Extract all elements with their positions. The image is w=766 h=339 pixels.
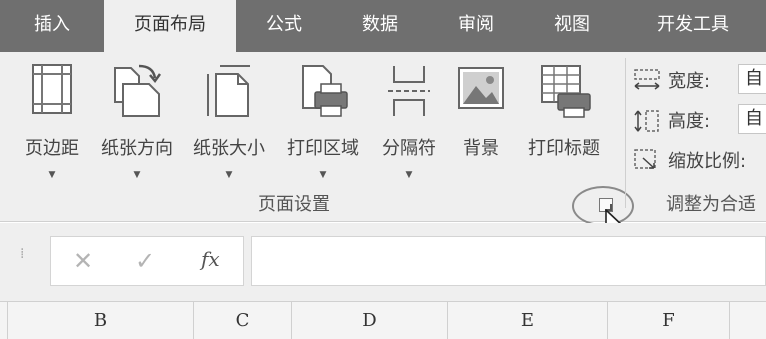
breaks-icon xyxy=(384,62,434,124)
paper-size-label: 纸张大小 xyxy=(193,138,265,159)
width-label: 宽度: xyxy=(668,71,711,92)
group-separator xyxy=(625,58,626,208)
width-icon xyxy=(632,68,662,96)
formula-bar: ⁞ ✕ ✓ fx xyxy=(0,223,766,301)
margins-icon xyxy=(30,62,74,120)
page-setup-group-label: 页面设置 xyxy=(258,194,330,215)
paper-size-dropdown-arrow[interactable]: ▼ xyxy=(226,170,233,180)
scale-to-fit-group-label: 调整为合适 xyxy=(666,194,756,215)
breaks-label: 分隔符 xyxy=(382,138,436,159)
tab-developer[interactable]: 开发工具 xyxy=(620,0,766,52)
tab-view[interactable]: 视图 xyxy=(524,0,620,52)
column-header-e[interactable]: E xyxy=(448,302,608,339)
print-area-icon xyxy=(295,62,351,124)
column-header-f[interactable]: F xyxy=(608,302,730,339)
height-select[interactable]: 自 xyxy=(738,104,766,134)
paper-size-icon xyxy=(204,62,254,124)
column-header-c[interactable]: C xyxy=(194,302,292,339)
column-header-row-corner[interactable] xyxy=(0,302,8,339)
cancel-icon[interactable]: ✕ xyxy=(73,247,93,275)
orientation-icon xyxy=(109,62,165,124)
height-label: 高度: xyxy=(668,111,711,132)
column-headers: B C D E F xyxy=(0,301,766,339)
column-header-d[interactable]: D xyxy=(292,302,448,339)
tab-formulas[interactable]: 公式 xyxy=(236,0,332,52)
column-header-g[interactable] xyxy=(730,302,766,339)
insert-function-button[interactable]: fx xyxy=(201,247,220,271)
tab-insert[interactable]: 插入 xyxy=(0,0,104,52)
ribbon-tab-bar: 插入 页面布局 公式 数据 审阅 视图 开发工具 xyxy=(0,0,766,52)
orientation-label: 纸张方向 xyxy=(101,138,173,159)
width-select[interactable]: 自 xyxy=(738,64,766,94)
orientation-dropdown-arrow[interactable]: ▼ xyxy=(134,170,141,180)
print-area-dropdown-arrow[interactable]: ▼ xyxy=(320,170,327,180)
formula-input[interactable] xyxy=(251,236,766,286)
margins-label: 页边距 xyxy=(25,138,79,159)
print-area-label: 打印区域 xyxy=(287,138,359,159)
grip-handle[interactable]: ⁞ xyxy=(20,247,24,261)
print-titles-label: 打印标题 xyxy=(528,138,600,159)
height-icon xyxy=(632,108,662,138)
column-header-b[interactable]: B xyxy=(8,302,194,339)
tab-data[interactable]: 数据 xyxy=(332,0,428,52)
ribbon: 页边距 ▼ 纸张方向 ▼ 纸张大小 ▼ 打印区域 ▼ 分隔符 ▼ 背景 打印标题… xyxy=(0,52,766,240)
print-titles-icon xyxy=(536,62,592,124)
tab-review[interactable]: 审阅 xyxy=(428,0,524,52)
background-label: 背景 xyxy=(463,138,499,159)
enter-icon[interactable]: ✓ xyxy=(135,247,155,275)
scale-icon xyxy=(632,148,662,176)
tab-page-layout[interactable]: 页面布局 xyxy=(104,0,236,52)
background-icon xyxy=(456,62,506,120)
breaks-dropdown-arrow[interactable]: ▼ xyxy=(406,170,413,180)
margins-dropdown-arrow[interactable]: ▼ xyxy=(49,170,56,180)
scale-label: 缩放比例: xyxy=(668,151,747,172)
formula-buttons: ✕ ✓ fx xyxy=(50,236,244,286)
